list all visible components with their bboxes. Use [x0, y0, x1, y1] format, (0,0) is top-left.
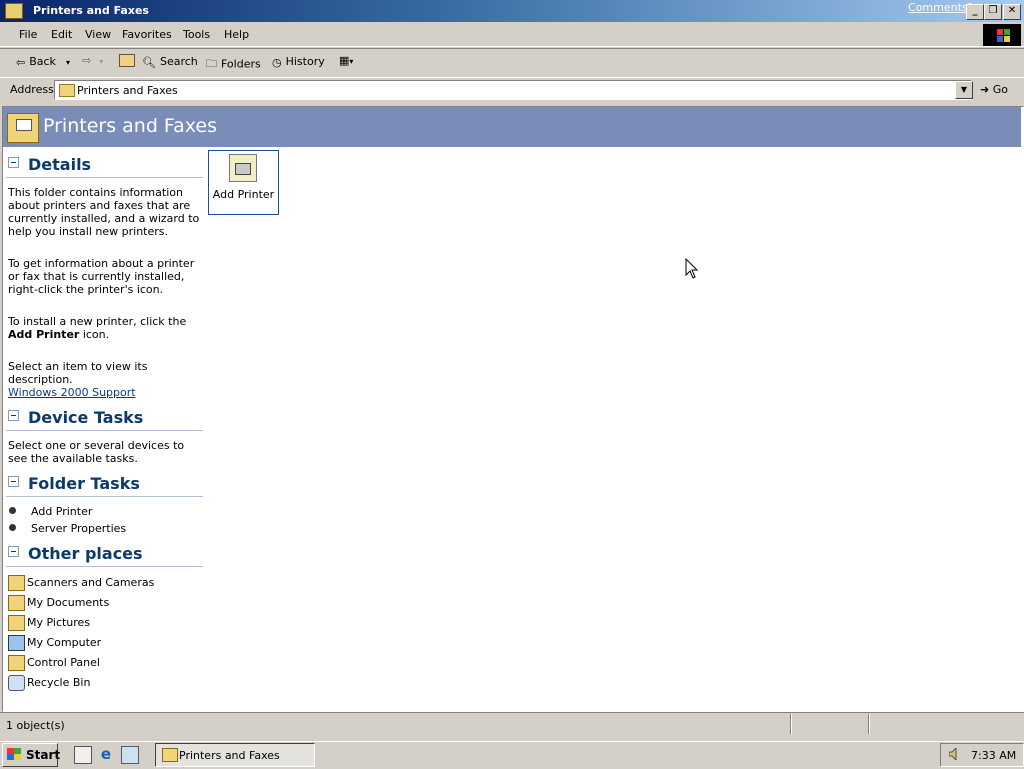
outlook-express-icon[interactable] — [121, 746, 139, 764]
scanners-cameras-icon — [8, 575, 25, 591]
folders-button[interactable]: 🗀 Folders — [206, 55, 261, 74]
other-places-section-header[interactable]: Other places — [8, 544, 143, 563]
system-tray: 7:33 AM — [940, 743, 1024, 767]
back-arrow-icon: ⇦ — [16, 55, 26, 69]
place-recycle-bin[interactable]: Recycle Bin — [27, 676, 90, 689]
printers-folder-icon — [59, 84, 75, 97]
menu-tools[interactable]: Tools — [183, 28, 210, 41]
views-dropdown-icon: ▾ — [349, 57, 354, 66]
address-dropdown-button[interactable]: ▼ — [955, 81, 973, 99]
internet-explorer-icon[interactable]: e — [98, 746, 114, 762]
task-server-properties[interactable]: Server Properties — [31, 522, 126, 535]
comments-link[interactable]: Comments? — [908, 1, 973, 14]
printers-folder-icon — [5, 3, 23, 19]
restore-button[interactable]: ❐ — [984, 4, 1002, 20]
history-button[interactable]: ◷ History — [272, 55, 325, 69]
menu-file[interactable]: File — [19, 28, 37, 41]
device-tasks-text: Select one or several devices to see the… — [8, 439, 185, 465]
history-icon: ◷ — [272, 55, 282, 69]
go-arrow-icon: ➜ — [980, 83, 990, 96]
my-computer-icon — [8, 635, 25, 651]
forward-arrow-icon: ⇨ — [82, 54, 92, 67]
details-section-header[interactable]: Details — [8, 155, 91, 174]
close-button[interactable]: ✕ — [1003, 4, 1021, 20]
menu-favorites[interactable]: Favorites — [122, 28, 172, 41]
add-printer-item[interactable]: Add Printer — [208, 150, 279, 215]
folders-icon: 🗀 — [206, 57, 217, 70]
views-button[interactable]: ▦▾ — [339, 54, 353, 67]
menu-view[interactable]: View — [85, 28, 111, 41]
taskbar — [0, 741, 1024, 769]
place-my-documents[interactable]: My Documents — [27, 596, 109, 609]
windows-flag-icon — [7, 748, 21, 760]
details-text-1: This folder contains information about p… — [8, 186, 200, 238]
my-documents-icon — [8, 595, 25, 611]
windows-support-link[interactable]: Windows 2000 Support — [8, 386, 136, 399]
control-panel-icon — [8, 655, 25, 671]
mouse-cursor-icon — [685, 258, 699, 279]
show-desktop-icon[interactable] — [74, 746, 92, 764]
details-text-3: To install a new printer, click the Add … — [8, 315, 187, 341]
printers-folder-large-icon — [7, 113, 39, 143]
search-icon: 🔍︎ — [142, 55, 156, 69]
details-text-2: To get information about a printer or fa… — [8, 257, 195, 296]
back-button[interactable]: ⇦ Back ▾ — [16, 55, 70, 69]
start-button[interactable]: Start — [2, 743, 60, 767]
place-control-panel[interactable]: Control Panel — [27, 656, 100, 669]
section-divider — [6, 430, 203, 431]
address-label: Address — [10, 83, 54, 96]
minimize-button[interactable]: _ — [966, 4, 984, 20]
device-tasks-section-header[interactable]: Device Tasks — [8, 408, 143, 427]
window-title: Printers and Faxes — [33, 4, 149, 17]
address-input[interactable]: Printers and Faxes — [54, 80, 972, 100]
section-divider — [6, 566, 203, 567]
taskbar-button-printers-and-faxes[interactable]: Printers and Faxes — [155, 743, 315, 767]
clock: 7:33 AM — [971, 749, 1017, 762]
collapse-icon[interactable] — [8, 157, 19, 168]
status-divider — [790, 714, 791, 734]
address-value: Printers and Faxes — [77, 84, 178, 97]
collapse-icon[interactable] — [8, 546, 19, 557]
banner-title: Printers and Faxes — [43, 115, 218, 137]
collapse-icon[interactable] — [8, 476, 19, 487]
back-dropdown-icon[interactable]: ▾ — [66, 58, 70, 67]
add-printer-label: Add Printer — [212, 188, 275, 201]
forward-button[interactable]: ⇨ ▾ — [82, 54, 103, 67]
volume-icon[interactable] — [949, 748, 959, 760]
folder-tasks-section-header[interactable]: Folder Tasks — [8, 474, 140, 493]
my-pictures-icon — [8, 615, 25, 631]
section-divider — [6, 496, 203, 497]
place-my-computer[interactable]: My Computer — [27, 636, 101, 649]
bullet-icon — [9, 524, 16, 531]
status-bar — [0, 712, 1024, 739]
place-scanners-cameras[interactable]: Scanners and Cameras — [27, 576, 154, 589]
views-icon: ▦ — [339, 54, 350, 67]
task-add-printer[interactable]: Add Printer — [31, 505, 92, 518]
menu-help[interactable]: Help — [224, 28, 249, 41]
section-divider — [6, 177, 203, 178]
go-button[interactable]: ➜ Go — [980, 83, 1008, 96]
collapse-icon[interactable] — [8, 410, 19, 421]
up-folder-button[interactable] — [119, 54, 135, 70]
place-my-pictures[interactable]: My Pictures — [27, 616, 90, 629]
up-folder-icon — [119, 54, 135, 67]
recycle-bin-icon — [8, 675, 25, 691]
add-printer-icon — [229, 154, 257, 182]
folder-banner: Printers and Faxes — [3, 107, 1021, 147]
title-bar[interactable]: Printers and Faxes Comments? _ ❐ ✕ — [0, 0, 1024, 22]
details-text-4: Select an item to view its description. — [8, 360, 148, 386]
printers-folder-icon — [162, 748, 178, 762]
search-button[interactable]: 🔍︎ Search — [142, 55, 198, 69]
bullet-icon — [9, 507, 16, 514]
status-text: 1 object(s) — [6, 719, 65, 732]
forward-dropdown-icon[interactable]: ▾ — [99, 57, 103, 66]
menu-edit[interactable]: Edit — [51, 28, 72, 41]
status-divider — [868, 714, 869, 734]
windows-logo-icon — [983, 24, 1021, 46]
